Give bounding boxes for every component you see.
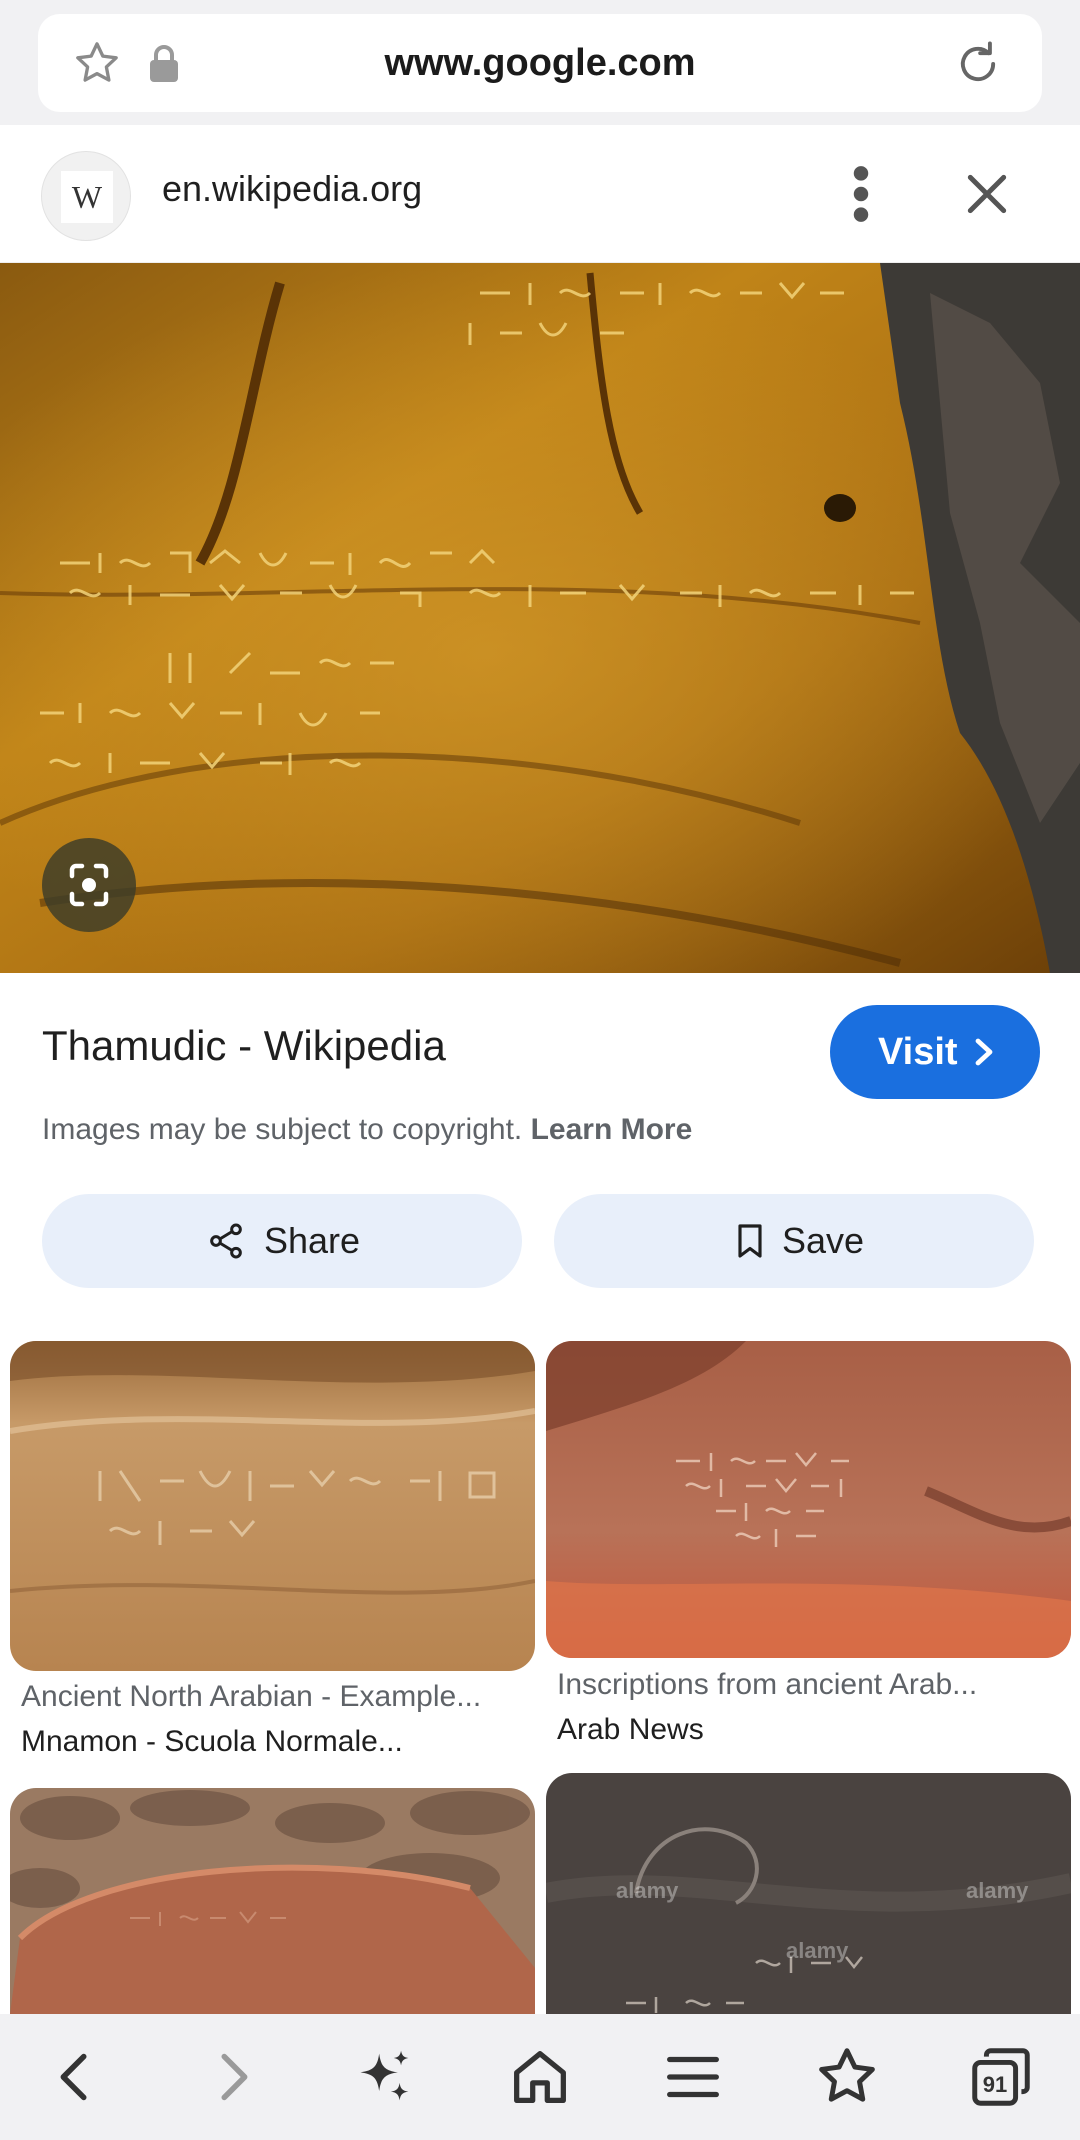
- copyright-text: Images may be subject to copyright.: [42, 1113, 523, 1146]
- chevron-right-icon: [975, 1038, 993, 1066]
- save-label: Save: [782, 1220, 865, 1261]
- main-result-image[interactable]: [0, 263, 1080, 973]
- learn-more-link[interactable]: Learn More: [531, 1113, 693, 1146]
- ai-sparkle-icon[interactable]: [350, 2042, 420, 2112]
- back-icon[interactable]: [40, 2042, 110, 2112]
- share-button[interactable]: Share: [42, 1194, 522, 1288]
- related-image-1[interactable]: [10, 1341, 535, 1671]
- related-image-2[interactable]: [546, 1341, 1071, 1658]
- related-source-2[interactable]: Arab News: [557, 1713, 1067, 1747]
- bookmarks-star-icon[interactable]: [812, 2042, 882, 2112]
- tabs-count: 91: [982, 2072, 1008, 2097]
- related-image-4[interactable]: alamy alamy alamy: [546, 1773, 1071, 2014]
- share-icon: [210, 1223, 242, 1259]
- site-initial: W: [61, 171, 113, 223]
- related-source-1[interactable]: Mnamon - Scuola Normale...: [21, 1725, 531, 1759]
- result-title[interactable]: Thamudic - Wikipedia: [42, 1022, 446, 1070]
- tabs-button[interactable]: 91: [966, 2042, 1036, 2112]
- watermark-text: alamy: [786, 1938, 849, 1963]
- bottom-navigation: 91: [0, 2014, 1080, 2140]
- save-button[interactable]: Save: [554, 1194, 1034, 1288]
- lens-search-button[interactable]: [42, 838, 136, 932]
- visit-button[interactable]: Visit: [830, 1005, 1040, 1099]
- related-image-3[interactable]: [10, 1788, 535, 2014]
- address-bar[interactable]: www.google.com: [38, 14, 1042, 112]
- forward-icon[interactable]: [198, 2042, 268, 2112]
- related-title-1[interactable]: Ancient North Arabian - Example...: [21, 1680, 531, 1714]
- more-options-icon[interactable]: [845, 163, 877, 225]
- preview-header: W en.wikipedia.org: [0, 125, 1080, 263]
- visit-label: Visit: [878, 1031, 958, 1073]
- watermark-text: alamy: [966, 1878, 1029, 1903]
- close-icon[interactable]: [962, 169, 1012, 219]
- reload-icon[interactable]: [952, 38, 1004, 90]
- address-bar-area: www.google.com: [0, 0, 1080, 125]
- watermark-text: alamy: [616, 1878, 679, 1903]
- bookmark-icon: [738, 1224, 762, 1258]
- wikipedia-logo[interactable]: W: [41, 151, 131, 241]
- source-domain[interactable]: en.wikipedia.org: [162, 168, 422, 210]
- related-title-2[interactable]: Inscriptions from ancient Arab...: [557, 1668, 1067, 1702]
- share-label: Share: [264, 1220, 361, 1261]
- url-text[interactable]: www.google.com: [38, 14, 1042, 112]
- copyright-notice: Images may be subject to copyright. Lear…: [42, 1113, 692, 1147]
- lens-icon: [69, 863, 109, 907]
- home-icon[interactable]: [505, 2042, 575, 2112]
- menu-icon[interactable]: [658, 2042, 728, 2112]
